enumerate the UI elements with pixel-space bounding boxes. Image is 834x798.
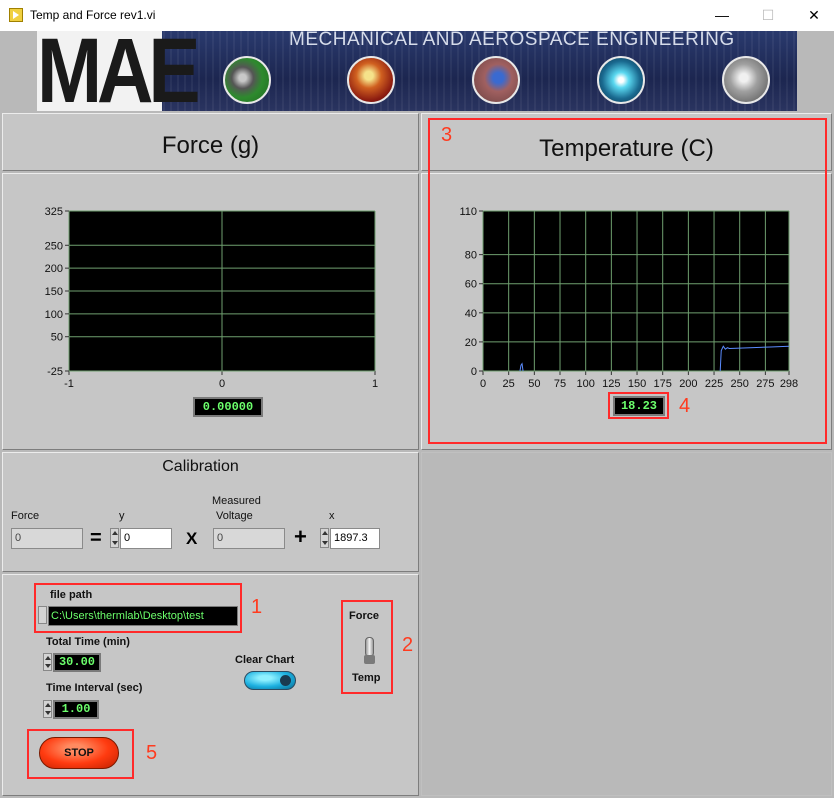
force-y-tick-label: 100 — [45, 309, 63, 321]
mae-banner: MAE MECHANICAL AND AEROSPACE ENGINEERING — [37, 31, 797, 111]
annotation-box-1 — [34, 583, 242, 633]
led-icon — [280, 675, 291, 686]
total-time-spinner[interactable] — [43, 653, 52, 671]
empty-panel — [421, 452, 832, 796]
annotation-number-3: 3 — [441, 124, 453, 146]
measured-voltage-field: 0 — [213, 528, 285, 549]
y-spinner[interactable] — [110, 528, 119, 548]
total-time-input[interactable]: 30.00 — [53, 653, 101, 672]
annotation-number-4: 4 — [679, 395, 691, 417]
calibration-heading: Calibration — [162, 458, 239, 475]
force-x-tick-label: 0 — [219, 378, 225, 390]
droplet-photo-icon — [722, 56, 770, 104]
plus-sign: + — [294, 524, 307, 549]
window-titlebar: Temp and Force rev1.vi — ☐ ✕ — [0, 0, 834, 31]
force-heading-panel: Force (g) — [2, 113, 419, 171]
maximize-button[interactable]: ☐ — [758, 5, 778, 25]
time-interval-spinner[interactable] — [43, 700, 52, 718]
voltage-label: Voltage — [216, 510, 253, 522]
force-y-tick-label: 325 — [45, 206, 63, 218]
force-y-tick-label: 250 — [45, 240, 63, 252]
window-title: Temp and Force rev1.vi — [30, 8, 156, 22]
measured-label: Measured — [212, 495, 261, 507]
force-y-tick-label: 150 — [45, 286, 63, 298]
laser-photo-icon — [597, 56, 645, 104]
clear-chart-label: Clear Chart — [235, 654, 295, 666]
calibration-panel: Calibration Force 0 = y 0 X Measured Vol… — [2, 452, 419, 572]
close-button[interactable]: ✕ — [804, 5, 824, 25]
annotation-box-5 — [27, 729, 134, 779]
total-time-label: Total Time (min) — [46, 636, 130, 648]
force-y-tick-label: 200 — [45, 263, 63, 275]
annotation-number-1: 1 — [251, 596, 263, 618]
flame-photo-icon — [347, 56, 395, 104]
annotation-box-2 — [341, 600, 393, 694]
y-label: y — [119, 510, 125, 522]
force-heading: Force (g) — [161, 132, 260, 159]
banner-tagline: MECHANICAL AND AEROSPACE ENGINEERING — [289, 31, 735, 50]
force-output-field: 0 — [11, 528, 83, 549]
labview-icon — [9, 8, 23, 22]
force-x-tick-label: -1 — [64, 378, 74, 390]
annotation-number-2: 2 — [402, 634, 414, 656]
annotation-number-5: 5 — [146, 742, 158, 764]
force-label: Force — [11, 510, 40, 522]
force-x-tick-label: 1 — [372, 378, 378, 390]
times-sign: X — [186, 529, 198, 548]
force-y-tick-label: -25 — [47, 366, 63, 378]
x-spinner[interactable] — [320, 528, 329, 548]
annotation-box-4 — [608, 392, 669, 419]
clear-chart-button[interactable] — [244, 671, 296, 690]
mae-logo: MAE — [37, 31, 201, 111]
time-interval-input[interactable]: 1.00 — [53, 700, 99, 719]
time-interval-label: Time Interval (sec) — [46, 682, 143, 694]
equals-sign: = — [90, 527, 102, 549]
minimize-button[interactable]: — — [712, 5, 732, 25]
tissue-photo-icon — [472, 56, 520, 104]
y-input[interactable]: 0 — [120, 528, 172, 549]
x-label: x — [329, 510, 335, 522]
force-readout: 0.00000 — [193, 397, 263, 417]
x-input[interactable]: 1897.3 — [330, 528, 380, 549]
force-chart-panel: -1 0 1 325 250 200 150 100 50 -25 0.00000 — [2, 173, 419, 450]
bullet-photo-icon — [223, 56, 271, 104]
force-y-tick-label: 50 — [51, 332, 63, 344]
